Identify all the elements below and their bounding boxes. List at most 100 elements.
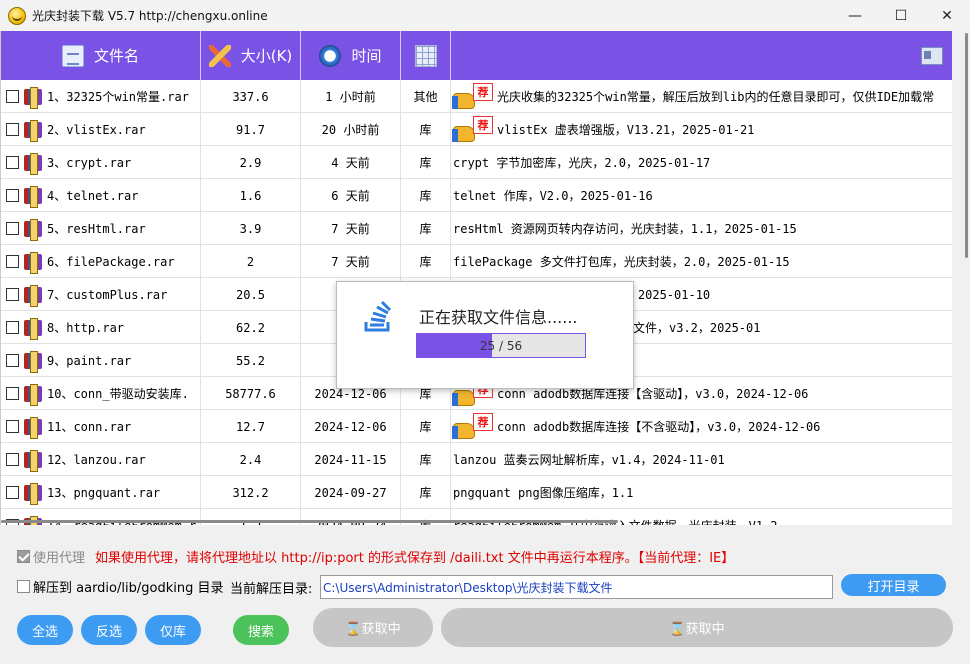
cell-category: 库 <box>401 410 451 443</box>
cell-category: 库 <box>401 179 451 212</box>
description-text: 光庆收集的32325个win常量，解压后放到lib内的任意目录即可，仅供IDE加… <box>497 90 935 104</box>
cell-name: 12、lanzou.rar <box>1 443 201 476</box>
search-button[interactable]: 搜索 <box>233 615 289 645</box>
table-row[interactable]: 2、vlistEx.rar 91.7 20 小时前库 荐 vlistEx 虚表增强版，V… <box>1 113 952 146</box>
cell-size: 2 <box>201 245 301 278</box>
cell-size: 2.4 <box>201 443 301 476</box>
file-name: 5、resHtml.rar <box>47 222 146 236</box>
description-text: telnet 作库，V2.0，2025-01-16 <box>453 189 653 203</box>
minimize-button[interactable]: — <box>832 0 878 31</box>
rar-archive-icon <box>24 152 42 175</box>
recommended-hand-icon: 荐 <box>452 115 493 144</box>
rar-archive-icon <box>24 119 42 142</box>
cell-category: 库 <box>401 212 451 245</box>
recommend-tag: 荐 <box>473 82 493 101</box>
row-checkbox[interactable] <box>6 387 19 400</box>
cuff-shape <box>452 392 458 406</box>
cell-description: 荐 conn adodb数据库连接【不含驱动】，v3.0，2024-12-06 <box>451 410 952 443</box>
ruler-icon <box>208 44 231 67</box>
row-checkbox[interactable] <box>6 123 19 136</box>
cell-category: 其他 <box>401 80 451 113</box>
rar-archive-icon <box>24 416 42 439</box>
vertical-scrollbar[interactable] <box>952 31 970 525</box>
row-checkbox[interactable] <box>6 354 19 367</box>
row-checkbox[interactable] <box>6 255 19 268</box>
file-name: 4、telnet.rar <box>47 189 139 203</box>
file-name: 6、filePackage.rar <box>47 255 175 269</box>
cell-name: 4、telnet.rar <box>1 179 201 212</box>
table-row[interactable]: 12、lanzou.rar 2.4 2024-11-15 库 lanzou 蓝奏云网址解… <box>1 443 952 476</box>
cell-name: 10、conn_带驱动安装库. <box>1 377 201 410</box>
cell-name: 6、filePackage.rar <box>1 245 201 278</box>
cell-time: 20 小时前 <box>301 113 401 146</box>
clock-icon <box>319 44 342 67</box>
column-header-description[interactable] <box>451 31 952 80</box>
recommended-hand-icon: 荐 <box>452 82 493 111</box>
cell-time: 2024-12-06 <box>301 410 401 443</box>
table-row[interactable]: 4、telnet.rar 1.6 6 天前库 telnet 作库，V2.0，2025-… <box>1 179 952 212</box>
fetching-button-2[interactable]: ⌛获取中 <box>441 608 953 647</box>
proxy-row: 使用代理 如果使用代理，请将代理地址以 http://ip:port 的形式保存… <box>17 547 734 566</box>
library-only-button[interactable]: 仅库 <box>145 615 201 645</box>
file-name: 1、32325个win常量.rar <box>47 90 189 104</box>
maximize-button[interactable]: ☐ <box>878 0 924 31</box>
use-proxy-label: 使用代理 <box>33 551 86 566</box>
row-checkbox[interactable] <box>6 156 19 169</box>
rar-archive-icon <box>24 317 42 340</box>
select-all-button[interactable]: 全选 <box>17 615 73 645</box>
column-header-name[interactable]: 文件名 <box>1 31 201 80</box>
table-row[interactable]: 11、conn.rar 12.7 2024-12-06 库 荐 conn adodb数据库… <box>1 410 952 443</box>
table-row[interactable]: 3、crypt.rar 2.9 4 天前库 crypt 字节加密库，光庆，2.0，20… <box>1 146 952 179</box>
title-bar: 光庆封装下载 V5.7 http://chengxu.online — ☐ ✕ <box>0 0 970 31</box>
row-checkbox[interactable] <box>6 222 19 235</box>
description-text: crypt 字节加密库，光庆，2.0，2025-01-17 <box>453 156 711 170</box>
cuff-shape <box>452 95 458 109</box>
window-title: 光庆封装下载 V5.7 http://chengxu.online <box>32 9 268 23</box>
cell-time: 7 天前 <box>301 212 401 245</box>
row-checkbox[interactable] <box>6 486 19 499</box>
column-header-size[interactable]: 大小(K) <box>201 31 301 80</box>
use-proxy-checkbox[interactable] <box>17 550 30 563</box>
cell-name: 13、pngquant.rar <box>1 476 201 509</box>
cell-size: 58777.6 <box>201 377 301 410</box>
row-checkbox[interactable] <box>6 189 19 202</box>
invert-selection-button[interactable]: 反选 <box>81 615 137 645</box>
scrollbar-thumb[interactable] <box>965 33 968 258</box>
app-logo-icon <box>8 6 26 25</box>
cell-description: pngquant png图像压缩库，1.1 <box>451 476 952 509</box>
row-checkbox[interactable] <box>6 288 19 301</box>
extract-to-lib-label: 解压到 aardio/lib/godking 目录 <box>33 581 224 596</box>
cuff-shape <box>452 128 458 142</box>
table-row[interactable]: 13、pngquant.rar 312.2 2024-09-27 库 pngquant … <box>1 476 952 509</box>
recommend-tag: 荐 <box>473 412 493 431</box>
fetching-button-1[interactable]: ⌛获取中 <box>313 608 433 647</box>
cell-size: 3.9 <box>201 212 301 245</box>
cell-description: lanzou 蓝奏云网址解析库，v1.4，2024-11-01 <box>451 443 952 476</box>
table-row[interactable]: 1、32325个win常量.rar 337.6 1 小时前 其他荐光庆收集的32325… <box>1 80 952 113</box>
cell-size: 1.6 <box>201 179 301 212</box>
cell-name: 2、vlistEx.rar <box>1 113 201 146</box>
extract-dir-input[interactable]: C:\Users\Administrator\Desktop\光庆封装下载文件 <box>320 575 833 599</box>
file-name: 8、http.rar <box>47 321 125 335</box>
close-button[interactable]: ✕ <box>924 0 970 31</box>
id-card-icon <box>921 46 943 65</box>
row-checkbox[interactable] <box>6 321 19 334</box>
description-text: resHtml 资源网页转内存访问，光庆封装，1.1，2025-01-15 <box>453 222 797 236</box>
cell-name: 8、http.rar <box>1 311 201 344</box>
row-checkbox[interactable] <box>6 90 19 103</box>
loading-stack-icon <box>364 300 392 332</box>
column-header-time[interactable]: 时间 <box>301 31 401 80</box>
horizontal-scrollbar[interactable] <box>1 520 618 523</box>
row-checkbox[interactable] <box>6 453 19 466</box>
cell-category: 库 <box>401 146 451 179</box>
table-row[interactable]: 5、resHtml.rar 3.9 7 天前库 resHtml 资源网页转内存访问，光… <box>1 212 952 245</box>
extract-to-lib-checkbox[interactable] <box>17 580 30 593</box>
rar-archive-icon <box>24 449 42 472</box>
table-row[interactable]: 6、filePackage.rar 2 7 天前库 filePackage 多文件打包… <box>1 245 952 278</box>
column-header-category[interactable] <box>401 31 451 80</box>
row-checkbox[interactable] <box>6 420 19 433</box>
open-directory-button[interactable]: 打开目录 <box>841 574 946 596</box>
progress-dialog: 正在获取文件信息...... 25 / 56 <box>336 281 634 389</box>
column-header-time-label: 时间 <box>351 47 382 65</box>
cell-size: 2.9 <box>201 146 301 179</box>
